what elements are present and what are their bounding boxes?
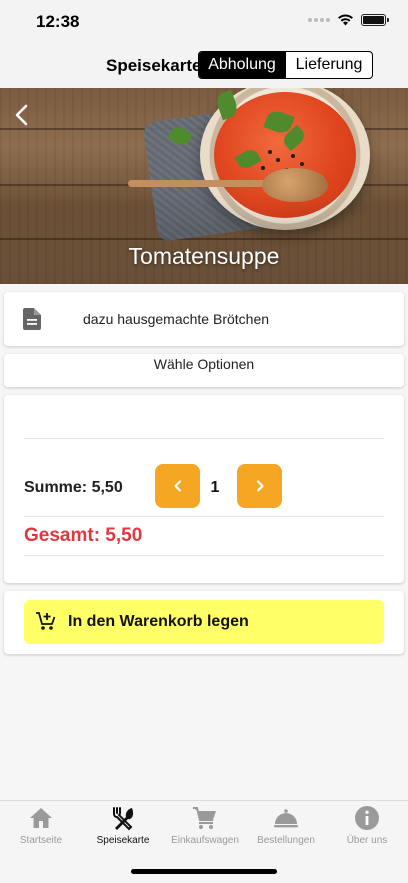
tab-label: Speisekarte [96, 835, 150, 846]
tab-label: Startseite [19, 835, 63, 846]
tab-label: Über uns [346, 835, 388, 846]
dish-description: dazu hausgemachte Brötchen [83, 311, 270, 327]
divider [24, 516, 384, 517]
wifi-icon [338, 14, 353, 26]
document-icon [23, 308, 41, 330]
tab-einkaufswagen[interactable]: Einkaufswagen [164, 801, 246, 851]
nav-bar: Speisekarte Abholung Lieferung [0, 44, 408, 88]
segment-lieferung[interactable]: Lieferung [285, 52, 372, 78]
choose-options-label: Wähle Optionen [153, 356, 255, 372]
add-to-cart-button[interactable]: In den Warenkorb legen [24, 600, 384, 644]
increase-quantity-button[interactable] [237, 464, 282, 508]
divider [24, 555, 384, 556]
tab-label: Einkaufswagen [171, 835, 239, 846]
delivery-mode-segmented-control: Abholung Lieferung [198, 51, 373, 79]
add-to-cart-card: In den Warenkorb legen [4, 591, 404, 654]
home-indicator [131, 869, 277, 874]
description-card: dazu hausgemachte Brötchen [4, 292, 404, 346]
divider [24, 438, 384, 439]
chevron-right-icon [256, 480, 264, 492]
back-button[interactable] [10, 102, 36, 128]
info-icon [355, 806, 379, 830]
tab-bestellungen[interactable]: Bestellungen [245, 801, 327, 851]
total-label: Gesamt: 5,50 [24, 525, 143, 546]
cellular-icon [308, 18, 330, 22]
quantity-value: 1 [210, 479, 220, 496]
dish-title: Tomatensuppe [128, 243, 280, 269]
cutlery-icon [113, 807, 134, 831]
tab-label: Bestellungen [257, 835, 315, 846]
page-title: Speisekarte [106, 56, 202, 75]
cloche-icon [274, 809, 298, 828]
cart-icon [193, 807, 216, 829]
tab-ueber-uns[interactable]: Über uns [326, 801, 408, 851]
options-card[interactable]: Wähle Optionen [4, 354, 404, 387]
cart-plus-icon [36, 612, 56, 630]
chevron-left-icon [173, 480, 181, 492]
sum-label: Summe: 5,50 [24, 479, 123, 496]
status-bar: 12:38 [0, 0, 408, 44]
tab-startseite[interactable]: Startseite [0, 801, 82, 851]
segment-abholung[interactable]: Abholung [199, 52, 285, 78]
status-time: 12:38 [36, 12, 80, 31]
status-icons [308, 14, 389, 26]
decrease-quantity-button[interactable] [155, 464, 200, 508]
home-icon [30, 808, 52, 828]
summary-card: Summe: 5,50 1 Gesamt: 5,50 [4, 395, 404, 583]
add-to-cart-label: In den Warenkorb legen [68, 613, 249, 630]
dish-hero-image: Tomatensuppe [0, 88, 408, 284]
tab-speisekarte[interactable]: Speisekarte [82, 801, 164, 851]
battery-icon [361, 14, 389, 26]
